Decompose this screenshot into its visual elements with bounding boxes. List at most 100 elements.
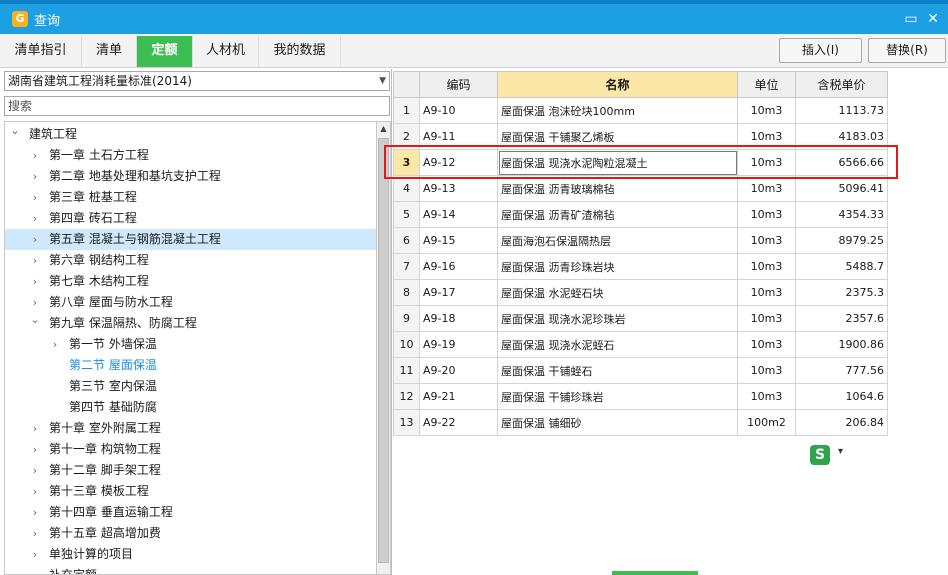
cell-price[interactable]: 2357.6 [795,305,888,332]
cell-name[interactable]: 屋面保温 现浇水泥珍珠岩 [497,305,738,332]
ime-menu-icon[interactable]: ▾ [838,446,843,457]
cell-price[interactable]: 6566.66 [795,149,888,176]
cell-code[interactable]: A9-15 [419,227,498,254]
row-index[interactable]: 6 [393,227,420,254]
tree-node[interactable]: › 单独计算的项目 [5,544,376,565]
cell-code[interactable]: A9-14 [419,201,498,228]
cell-name[interactable]: 屋面保温 沥青玻璃棉毡 [497,175,738,202]
tab-bill-guide[interactable]: 清单指引 [0,36,82,67]
chevron-down-icon[interactable]: ⌄ [29,309,41,330]
cell-name[interactable]: 屋面保温 铺细砂 [497,409,738,436]
cell-code[interactable]: A9-21 [419,383,498,410]
tree-node[interactable]: › 第一章 土石方工程 [5,145,376,166]
chevron-right-icon[interactable]: › [29,250,41,271]
row-index[interactable]: 1 [393,97,420,124]
cell-price[interactable]: 1064.6 [795,383,888,410]
tree-node[interactable]: › 第六章 钢结构工程 [5,250,376,271]
row-index[interactable]: 3 [393,149,420,176]
chevron-right-icon[interactable]: › [29,502,41,523]
cell-unit[interactable]: 10m3 [737,149,796,176]
tree-node[interactable]: › 第三章 桩基工程 [5,187,376,208]
cell-unit[interactable]: 10m3 [737,357,796,384]
tab-quota[interactable]: 定额 [137,36,193,67]
table-row[interactable]: 2 A9-11 屋面保温 干铺聚乙烯板 10m3 4183.03 [393,123,888,150]
chevron-right-icon[interactable]: › [29,439,41,460]
cell-code[interactable]: A9-10 [419,97,498,124]
cell-unit[interactable]: 10m3 [737,331,796,358]
chevron-down-icon[interactable]: ⌄ [9,122,21,141]
chevron-right-icon[interactable]: › [29,187,41,208]
column-header-unit[interactable]: 单位 [737,71,796,98]
tree-scrollbar[interactable]: ▲ [376,121,391,575]
table-row[interactable]: 4 A9-13 屋面保温 沥青玻璃棉毡 10m3 5096.41 [393,175,888,202]
cell-unit[interactable]: 10m3 [737,279,796,306]
row-index[interactable]: 2 [393,123,420,150]
cell-code[interactable]: A9-19 [419,331,498,358]
chevron-right-icon[interactable]: › [29,271,41,292]
tab-my-data[interactable]: 我的数据 [259,36,341,67]
cell-name[interactable]: 屋面保温 沥青矿渣棉毡 [497,201,738,228]
tree-node[interactable]: ⌄ 第九章 保温隔热、防腐工程 [5,313,376,334]
chevron-right-icon[interactable]: › [29,460,41,481]
tree-node[interactable]: › 第四章 砖石工程 [5,208,376,229]
tree-node[interactable]: › 第十三章 模板工程 [5,481,376,502]
column-header-price[interactable]: 含税单价 [795,71,888,98]
tree-node[interactable]: › 第二章 地基处理和基坑支护工程 [5,166,376,187]
cell-name[interactable]: 屋面保温 干铺蛭石 [497,357,738,384]
table-row[interactable]: 7 A9-16 屋面保温 沥青珍珠岩块 10m3 5488.7 [393,253,888,280]
row-index[interactable]: 11 [393,357,420,384]
table-row[interactable]: 3 A9-12 屋面保温 现浇水泥陶粒混凝土 10m3 6566.66 [393,149,888,176]
cell-price[interactable]: 5096.41 [795,175,888,202]
chevron-right-icon[interactable]: › [29,208,41,229]
cell-price[interactable]: 1113.73 [795,97,888,124]
cell-unit[interactable]: 10m3 [737,305,796,332]
cell-name[interactable]: 屋面保温 现浇水泥蛭石 [497,331,738,358]
maximize-icon[interactable]: ▭ [902,10,920,28]
cell-price[interactable]: 777.56 [795,357,888,384]
cell-name[interactable]: 屋面保温 干铺珍珠岩 [497,383,738,410]
cell-name[interactable]: 屋面保温 干铺聚乙烯板 [497,123,738,150]
cell-code[interactable]: A9-13 [419,175,498,202]
cell-unit[interactable]: 10m3 [737,253,796,280]
chevron-right-icon[interactable]: › [29,565,41,574]
insert-button[interactable]: 插入(I) [779,38,862,63]
cell-unit[interactable]: 10m3 [737,227,796,254]
row-index[interactable]: 7 [393,253,420,280]
cell-price[interactable]: 4183.03 [795,123,888,150]
cell-unit[interactable]: 100m2 [737,409,796,436]
cell-unit[interactable]: 10m3 [737,201,796,228]
cell-name[interactable]: 屋面保温 泡沫砼块100mm [497,97,738,124]
tree-node[interactable]: › 第十四章 垂直运输工程 [5,502,376,523]
chevron-right-icon[interactable]: › [29,481,41,502]
tree-node[interactable]: › 第五章 混凝土与钢筋混凝土工程 [5,229,376,250]
search-input[interactable] [4,96,390,116]
table-row[interactable]: 5 A9-14 屋面保温 沥青矿渣棉毡 10m3 4354.33 [393,201,888,228]
cell-price[interactable]: 4354.33 [795,201,888,228]
row-index[interactable]: 9 [393,305,420,332]
table-row[interactable]: 12 A9-21 屋面保温 干铺珍珠岩 10m3 1064.6 [393,383,888,410]
cell-name[interactable]: 屋面保温 现浇水泥陶粒混凝土 [497,149,738,176]
tree-node[interactable]: 第四节 基础防腐 [5,397,376,418]
table-row[interactable]: 10 A9-19 屋面保温 现浇水泥蛭石 10m3 1900.86 [393,331,888,358]
chevron-right-icon[interactable]: › [49,334,61,355]
cell-price[interactable]: 5488.7 [795,253,888,280]
tree-node[interactable]: 第二节 屋面保温 [5,355,376,376]
replace-button[interactable]: 替换(R) [868,38,946,63]
cell-unit[interactable]: 10m3 [737,175,796,202]
chevron-right-icon[interactable]: › [29,145,41,166]
library-select[interactable]: 湖南省建筑工程消耗量标准(2014) ▼ [4,71,390,91]
table-row[interactable]: 1 A9-10 屋面保温 泡沫砼块100mm 10m3 1113.73 [393,97,888,124]
cell-name[interactable]: 屋面海泡石保温隔热层 [497,227,738,254]
column-header-name[interactable]: 名称 [497,71,738,98]
cell-unit[interactable]: 10m3 [737,383,796,410]
chevron-right-icon[interactable]: › [29,418,41,439]
cell-price[interactable]: 8979.25 [795,227,888,254]
cell-code[interactable]: A9-16 [419,253,498,280]
table-row[interactable]: 6 A9-15 屋面海泡石保温隔热层 10m3 8979.25 [393,227,888,254]
table-row[interactable]: 8 A9-17 屋面保温 水泥蛭石块 10m3 2375.3 [393,279,888,306]
close-icon[interactable]: ✕ [924,10,942,28]
tree-node[interactable]: › 补充定额 [5,565,376,574]
tree-node[interactable]: ⌄ 建筑工程 [5,124,376,145]
chevron-right-icon[interactable]: › [29,229,41,250]
cell-code[interactable]: A9-18 [419,305,498,332]
